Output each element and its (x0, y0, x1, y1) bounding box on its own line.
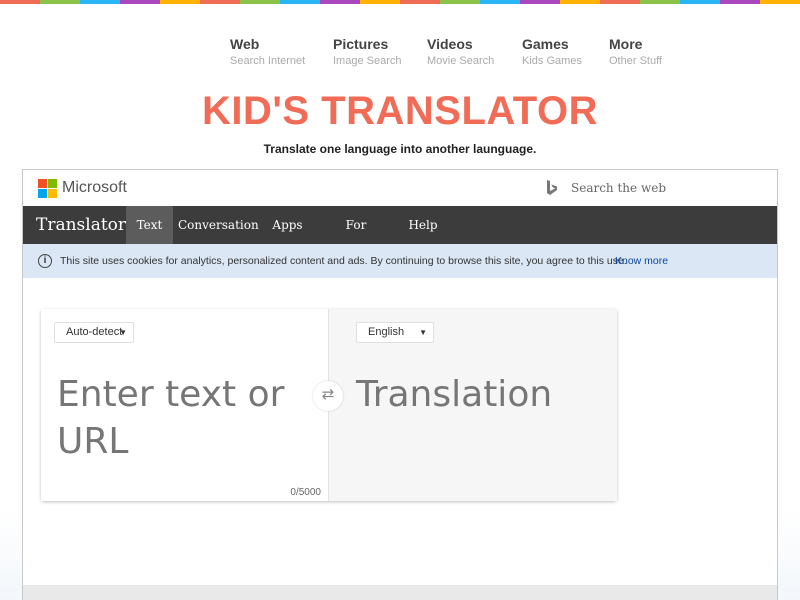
translator-embed: Microsoft Translator Text Conversation A… (22, 169, 778, 600)
stripe-segment (360, 0, 400, 4)
nav-item-label: Videos (427, 36, 473, 52)
nav-item-videos[interactable]: Videos Movie Search (427, 36, 494, 68)
nav-item-label: Games (522, 36, 569, 52)
stripe-segment (320, 0, 360, 4)
page-title: KID'S TRANSLATOR (201, 89, 599, 133)
search-web-input[interactable] (571, 179, 771, 197)
nav-item-more[interactable]: More Other Stuff (609, 36, 662, 68)
nav-item-pictures[interactable]: Pictures Image Search (333, 36, 401, 68)
stripe-segment (520, 0, 560, 4)
embed-footer (23, 585, 777, 600)
nav-item-label: More (609, 36, 643, 52)
microsoft-logo-icon[interactable] (38, 179, 58, 199)
nav-item-sublabel: Search Internet (230, 55, 306, 67)
stripe-segment (440, 0, 480, 4)
source-language-value: Auto-detect (66, 326, 123, 338)
stripe-segment (200, 0, 240, 4)
info-icon: i (38, 254, 52, 268)
source-pane: Auto-detect ▼ 0/5000 (41, 309, 328, 501)
microsoft-brand[interactable]: Microsoft (62, 178, 127, 198)
nav-item-games[interactable]: Games Kids Games (522, 36, 582, 68)
nav-item-sublabel: Other Stuff (609, 55, 662, 67)
stripe-segment (0, 0, 40, 4)
stripe-segment (40, 0, 80, 4)
cookie-banner: i This site uses cookies for analytics, … (23, 244, 777, 278)
nav-item-sublabel: Movie Search (427, 55, 495, 67)
translator-brand[interactable]: Translator (36, 206, 126, 244)
stripe-segment (240, 0, 280, 4)
translation-panel: Auto-detect ▼ 0/5000 English ▼ Translati… (41, 309, 617, 501)
tab-conversation[interactable]: Conversation (178, 206, 259, 244)
swap-arrows-icon[interactable]: ⇄ (313, 381, 343, 411)
know-more-link[interactable]: Know more (615, 244, 668, 278)
top-navigation: Web Search Internet Pictures Image Searc… (0, 36, 800, 76)
source-language-select[interactable]: Auto-detect ▼ (54, 322, 134, 343)
stripe-segment (560, 0, 600, 4)
stripe-segment (160, 0, 200, 4)
nav-item-sublabel: Kids Games (522, 55, 582, 67)
nav-item-web[interactable]: Web Search Internet (230, 36, 305, 68)
stripe-segment (760, 0, 800, 4)
nav-item-label: Web (230, 36, 260, 52)
stripe-segment (80, 0, 120, 4)
source-text-input[interactable] (57, 371, 307, 471)
stripe-segment (720, 0, 760, 4)
nav-item-sublabel: Image Search (333, 55, 402, 67)
stripe-segment (400, 0, 440, 4)
tab-for-business[interactable]: For business (320, 206, 392, 270)
tab-apps[interactable]: Apps (269, 206, 306, 244)
bing-icon (547, 180, 557, 195)
translator-nav: Translator Text Conversation Apps For bu… (23, 206, 777, 270)
stripe-segment (280, 0, 320, 4)
tab-help[interactable]: Help (405, 206, 441, 244)
target-language-select[interactable]: English ▼ (356, 322, 434, 343)
translation-output: Translation (356, 374, 553, 415)
tab-text[interactable]: Text (126, 206, 173, 244)
stripe-segment (600, 0, 640, 4)
stripe-segment (680, 0, 720, 4)
stripe-segment (640, 0, 680, 4)
character-counter: 0/5000 (290, 487, 321, 498)
nav-item-label: Pictures (333, 36, 389, 52)
chevron-down-icon: ▼ (419, 328, 427, 337)
page-tagline: Translate one language into another laun… (263, 142, 537, 156)
cookie-text: This site uses cookies for analytics, pe… (60, 255, 627, 267)
stripe-segment (120, 0, 160, 4)
rainbow-stripe (0, 0, 800, 4)
microsoft-header: Microsoft (23, 170, 777, 206)
target-pane: English ▼ Translation (328, 309, 617, 501)
chevron-down-icon: ▼ (119, 328, 127, 337)
target-language-value: English (368, 326, 405, 338)
stripe-segment (480, 0, 520, 4)
